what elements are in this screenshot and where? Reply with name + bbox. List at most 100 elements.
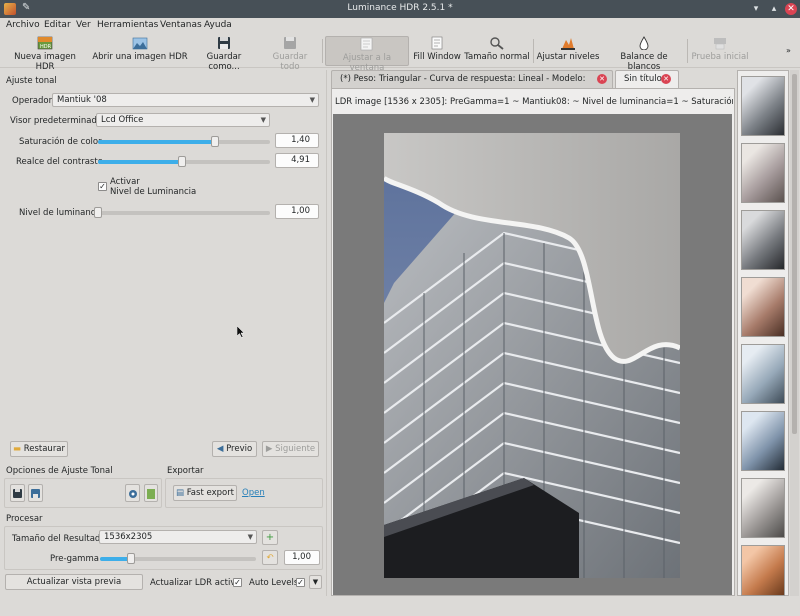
soft-proof-label: Prueba inicial xyxy=(691,52,749,62)
building-photo xyxy=(384,133,680,578)
update-ldr-label: Actualizar LDR activo xyxy=(150,578,241,588)
open-link[interactable]: Open xyxy=(242,488,265,498)
levels-icon xyxy=(561,38,575,50)
tab-untitled[interactable]: Sin título ✕ xyxy=(615,70,679,88)
contrast-slider-fill xyxy=(98,160,183,164)
chevron-down-icon: ▼ xyxy=(260,116,266,124)
adjust-levels-button[interactable]: Ajustar niveles xyxy=(536,36,600,66)
open-hdr-button[interactable]: Abrir una imagen HDR xyxy=(92,36,188,66)
auto-levels-label: Auto Levels xyxy=(249,578,299,588)
fit-window-button[interactable]: Ajustar a la ventana xyxy=(325,36,409,73)
next-button[interactable]: ▶ Siguiente xyxy=(262,441,319,457)
maximize-icon[interactable]: ▴ xyxy=(768,3,780,15)
preview-image xyxy=(384,133,680,578)
close-tab-icon[interactable]: ✕ xyxy=(661,74,671,84)
menu-bar: Archivo Editar Ver Herramientas Ventanas… xyxy=(0,18,800,34)
result-size-label: Tamaño del Resultado xyxy=(12,534,106,544)
white-balance-button[interactable]: Balance de blancos xyxy=(604,36,684,72)
save-icon xyxy=(218,37,230,49)
fast-export-label: Fast export xyxy=(186,488,235,498)
save-as-label: Guardar como... xyxy=(206,52,242,72)
saturation-spinbox[interactable]: 1,40 xyxy=(275,133,319,148)
image-info: LDR image [1536 x 2305]: PreGamma=1 ~ Ma… xyxy=(335,97,733,107)
thumbnail[interactable] xyxy=(741,76,785,136)
fill-window-button[interactable]: Fill Window xyxy=(412,36,462,66)
thumbnail[interactable] xyxy=(741,344,785,404)
thumbnail[interactable] xyxy=(741,210,785,270)
menu-herramientas[interactable]: Herramientas xyxy=(97,20,158,30)
activate-luminance-checkbox[interactable]: ✓ xyxy=(98,182,107,191)
soft-proof-button[interactable]: Prueba inicial xyxy=(690,36,750,66)
thumbnail[interactable] xyxy=(741,143,785,203)
process-title: Procesar xyxy=(6,514,43,524)
new-hdr-icon: HDR xyxy=(37,36,53,50)
adjust-levels-label: Ajustar niveles xyxy=(536,52,600,62)
luminance-spinbox[interactable]: 1,00 xyxy=(275,204,319,219)
saturation-slider[interactable] xyxy=(98,136,270,147)
white-balance-label: Balance de blancos xyxy=(620,52,668,72)
luminance-slider-handle[interactable] xyxy=(94,207,102,218)
thumbnail[interactable] xyxy=(741,411,785,471)
normal-size-label: Tamaño normal xyxy=(464,52,530,62)
reset-pregamma-button[interactable]: ↶ xyxy=(262,550,278,565)
toolbar-separator xyxy=(687,39,688,63)
thumbnail-scrollbar[interactable] xyxy=(790,70,799,596)
contrast-slider-handle[interactable] xyxy=(178,156,187,167)
menu-editar[interactable]: Editar xyxy=(44,20,71,30)
menu-ayuda[interactable]: Ayuda xyxy=(204,20,232,30)
update-preview-button[interactable]: Actualizar vista previa xyxy=(5,574,143,590)
add-size-button[interactable]: + xyxy=(262,530,278,545)
normal-size-button[interactable]: Tamaño normal xyxy=(464,36,530,66)
apply-settings-button[interactable] xyxy=(144,484,158,502)
save-all-button[interactable]: Guardar todo xyxy=(262,36,318,72)
minimize-icon[interactable]: ▾ xyxy=(750,3,762,15)
auto-levels-menu-button[interactable]: ▼ xyxy=(309,575,322,589)
thumbnail[interactable] xyxy=(741,277,785,337)
menu-archivo[interactable]: Archivo xyxy=(6,20,40,30)
pregamma-label: Pre-gamma xyxy=(50,554,99,564)
save-as-button[interactable]: Guardar como... xyxy=(190,36,258,72)
previous-button[interactable]: ◀ Previo xyxy=(212,441,257,457)
fast-export-button[interactable]: ▤ Fast export xyxy=(173,485,237,501)
fit-window-icon xyxy=(360,37,373,51)
close-icon[interactable]: ✕ xyxy=(785,3,797,15)
auto-levels-checkbox[interactable]: ✓ xyxy=(296,578,305,587)
luminance-label: Nivel de luminancia xyxy=(19,208,103,218)
menu-ver[interactable]: Ver xyxy=(76,20,91,30)
save-settings-button[interactable] xyxy=(10,484,25,502)
soft-proof-icon xyxy=(714,38,726,50)
saturation-label: Saturación de color xyxy=(19,137,102,147)
operator-value: Mantiuk '08 xyxy=(57,95,107,105)
toolbar-separator xyxy=(533,39,534,63)
operator-label: Operador xyxy=(12,96,53,106)
update-ldr-checkbox[interactable]: ✓ xyxy=(233,578,242,587)
mouse-cursor-icon xyxy=(237,326,245,338)
restore-button[interactable]: ▬ Restaurar xyxy=(10,441,68,457)
luminance-slider[interactable] xyxy=(94,207,270,218)
window-title: Luminance HDR 2.5.1 * xyxy=(347,3,453,13)
result-size-select[interactable]: 1536x2305 ▼ xyxy=(99,530,257,544)
chevron-down-icon: ▼ xyxy=(247,533,253,541)
save-image-settings-button[interactable] xyxy=(28,484,43,502)
contrast-slider[interactable] xyxy=(98,156,270,167)
tonemap-section-title: Ajuste tonal xyxy=(6,76,57,86)
thumbnail[interactable] xyxy=(741,545,785,596)
thumbnail[interactable] xyxy=(741,478,785,538)
next-label: Siguiente xyxy=(275,444,316,454)
export-icon: ▤ xyxy=(175,488,184,498)
contrast-spinbox[interactable]: 4,91 xyxy=(275,153,319,168)
load-settings-button[interactable] xyxy=(125,484,140,502)
document-icon xyxy=(147,489,155,499)
new-hdr-button[interactable]: HDR Nueva imagen HDR xyxy=(4,36,86,72)
saturation-slider-handle[interactable] xyxy=(210,136,219,147)
tab-hdr[interactable]: (*) Peso: Triangular - Curva de respuest… xyxy=(331,70,613,101)
pregamma-slider-handle[interactable] xyxy=(127,553,136,564)
pregamma-slider[interactable] xyxy=(100,553,256,564)
preset-select[interactable]: Lcd Office ▼ xyxy=(96,113,270,127)
operator-select[interactable]: Mantiuk '08 ▼ xyxy=(52,93,319,107)
pregamma-spinbox[interactable]: 1,00 xyxy=(284,550,320,565)
close-tab-icon[interactable]: ✕ xyxy=(597,74,607,84)
scrollbar-handle[interactable] xyxy=(792,74,797,434)
toolbar-overflow-icon[interactable]: » xyxy=(786,46,791,55)
menu-ventanas[interactable]: Ventanas xyxy=(160,20,202,30)
